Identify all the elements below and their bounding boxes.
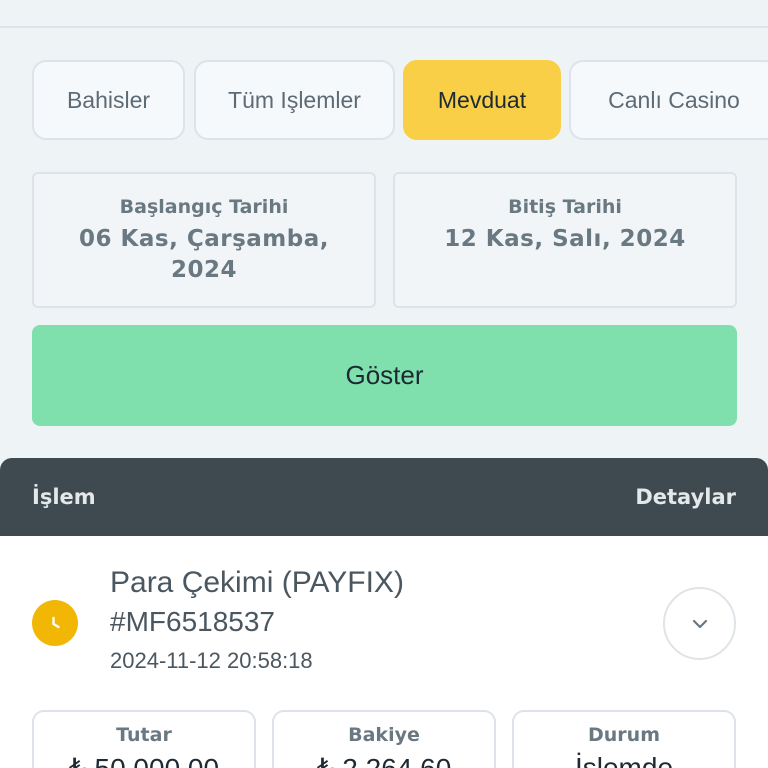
balance-card: Bakiye ₺ 2.264,60 — [272, 710, 496, 768]
tab-all-transactions[interactable]: Tüm Işlemler — [194, 60, 395, 140]
clock-icon — [32, 600, 78, 646]
tab-deposit[interactable]: Mevduat — [403, 60, 561, 140]
tab-live-casino[interactable]: Canlı Casino — [569, 60, 768, 140]
chevron-down-icon — [692, 619, 707, 628]
end-date-label: Bitiş Tarihi — [508, 196, 622, 218]
status-card: Durum İşlemde — [512, 710, 736, 768]
transaction-datetime: 2024-11-12 20:58:18 — [110, 648, 313, 673]
tab-bets[interactable]: Bahisler — [32, 60, 185, 140]
status-value: İşlemde — [574, 752, 674, 768]
amount-card: Tutar ₺ 50.000,00 — [32, 710, 256, 768]
amount-label: Tutar — [116, 724, 172, 746]
start-date-label: Başlangıç Tarihi — [119, 196, 289, 218]
top-divider — [0, 26, 768, 28]
expand-details-button[interactable] — [663, 587, 736, 660]
start-date-picker[interactable]: Başlangıç Tarihi 06 Kas, Çarşamba, 2024 — [32, 172, 376, 308]
balance-value: ₺ 2.264,60 — [317, 752, 452, 768]
balance-label: Bakiye — [348, 724, 420, 746]
end-date-picker[interactable]: Bitiş Tarihi 12 Kas, Salı, 2024 — [393, 172, 737, 308]
table-header: İşlem Detaylar — [0, 458, 768, 536]
page: Bahisler Tüm Işlemler Mevduat Canlı Casi… — [0, 0, 768, 768]
status-label: Durum — [588, 724, 660, 746]
end-date-value: 12 Kas, Salı, 2024 — [444, 226, 686, 252]
transaction-title: Para Çekimi (PAYFIX) — [110, 566, 404, 599]
column-transaction: İşlem — [32, 485, 96, 509]
amount-value: ₺ 50.000,00 — [69, 752, 219, 768]
transaction-id: #MF6518537 — [110, 606, 276, 637]
column-details: Detaylar — [635, 485, 736, 509]
start-date-value: 06 Kas, Çarşamba, 2024 — [79, 226, 329, 283]
show-button[interactable]: Göster — [32, 325, 737, 426]
